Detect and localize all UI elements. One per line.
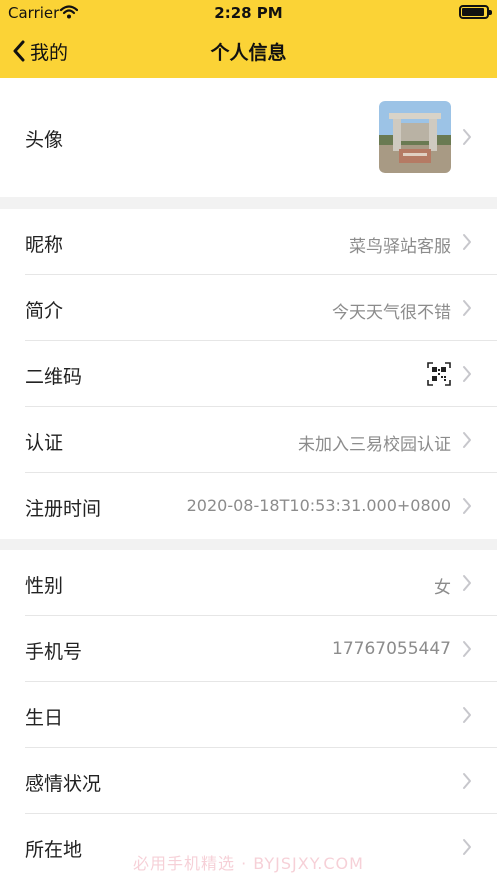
chevron-right-icon <box>463 300 471 316</box>
relationship-status-row[interactable]: 感情状况 <box>0 748 497 814</box>
gender-label: 性别 <box>25 575 64 597</box>
profile-section: 昵称 菜鸟驿站客服 简介 今天天气很不错 二维码 认证 未加入三易校园认证 注册… <box>0 209 497 539</box>
chevron-right-icon <box>463 707 471 723</box>
verification-value: 未加入三易校园认证 <box>298 435 451 455</box>
birthday-label: 生日 <box>25 707 64 729</box>
verification-row[interactable]: 认证 未加入三易校园认证 <box>0 407 497 473</box>
bio-label: 简介 <box>25 300 64 322</box>
gender-row[interactable]: 性别 女 <box>0 550 497 616</box>
nickname-value: 菜鸟驿站客服 <box>349 237 451 257</box>
chevron-right-icon <box>463 366 471 382</box>
watermark: 必用手机精选 · BYJSJXY.COM <box>133 854 364 873</box>
chevron-right-icon <box>463 773 471 789</box>
avatar <box>379 101 451 173</box>
personal-section: 性别 女 手机号 17767055447 生日 感情状况 所在地 <box>0 550 497 883</box>
status-bar: Carrier 2:28 PM <box>0 0 497 26</box>
nickname-row[interactable]: 昵称 菜鸟驿站客服 <box>0 209 497 275</box>
chevron-right-icon <box>463 641 471 657</box>
phone-row[interactable]: 手机号 17767055447 <box>0 616 497 682</box>
chevron-right-icon <box>463 498 471 514</box>
chevron-right-icon <box>463 575 471 591</box>
chevron-right-icon <box>463 234 471 250</box>
phone-label: 手机号 <box>25 641 83 663</box>
birthday-row[interactable]: 生日 <box>0 682 497 748</box>
bio-value: 今天天气很不错 <box>332 303 451 323</box>
bio-row[interactable]: 简介 今天天气很不错 <box>0 275 497 341</box>
avatar-section: 头像 <box>0 78 497 197</box>
registration-time-value: 2020-08-18T10:53:31.000+0800 <box>186 496 451 515</box>
verification-label: 认证 <box>25 432 64 454</box>
relationship-status-label: 感情状况 <box>25 773 102 795</box>
clock-label: 2:28 PM <box>214 4 283 22</box>
nickname-label: 昵称 <box>25 234 64 256</box>
avatar-row-label: 头像 <box>25 129 64 151</box>
avatar-row[interactable]: 头像 <box>0 78 497 197</box>
chevron-right-icon <box>463 129 471 145</box>
qr-code-row[interactable]: 二维码 <box>0 341 497 407</box>
qr-code-label: 二维码 <box>25 366 83 388</box>
page-title: 个人信息 <box>210 42 287 64</box>
qr-code-icon <box>427 362 451 386</box>
battery-icon <box>459 5 492 19</box>
phone-value: 17767055447 <box>332 639 451 659</box>
chevron-right-icon <box>463 432 471 448</box>
registration-time-row[interactable]: 注册时间 2020-08-18T10:53:31.000+0800 <box>0 473 497 539</box>
navigation-bar: 我的 个人信息 <box>0 26 497 78</box>
registration-time-label: 注册时间 <box>25 498 102 520</box>
gender-value: 女 <box>434 578 451 598</box>
